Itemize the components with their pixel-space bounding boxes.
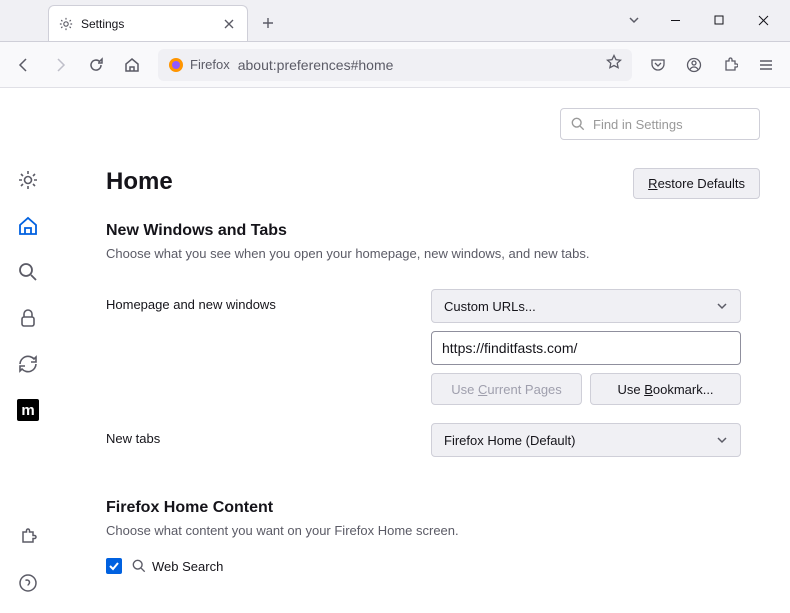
sidebar-privacy[interactable] (16, 306, 40, 330)
pocket-button[interactable] (642, 49, 674, 81)
home-icon (124, 57, 140, 73)
back-button[interactable] (8, 49, 40, 81)
url-text: about:preferences#home (238, 57, 598, 73)
section-heading-home-content: Firefox Home Content (106, 499, 760, 517)
firefox-icon (168, 57, 184, 73)
account-icon (686, 57, 702, 73)
puzzle-icon (722, 57, 738, 73)
new-tabs-select[interactable]: Firefox Home (Default) (431, 423, 741, 457)
tab-close-button[interactable] (221, 16, 237, 32)
bookmark-star-button[interactable] (606, 54, 622, 75)
puzzle-icon (18, 527, 38, 547)
tab-title: Settings (81, 17, 124, 31)
close-window-button[interactable] (742, 2, 784, 38)
plus-icon (262, 17, 274, 29)
homepage-url-input[interactable] (431, 331, 741, 365)
row-new-tabs: New tabs Firefox Home (Default) (106, 423, 760, 465)
account-button[interactable] (678, 49, 710, 81)
sidebar-search[interactable] (16, 260, 40, 284)
nav-bar: Firefox about:preferences#home (0, 42, 790, 88)
reload-button[interactable] (80, 49, 112, 81)
find-in-settings[interactable]: Find in Settings (560, 108, 760, 140)
reload-icon (88, 57, 104, 73)
chevron-down-icon (716, 434, 728, 446)
chevron-down-icon (716, 300, 728, 312)
tab-settings[interactable]: Settings (48, 5, 248, 41)
close-icon (758, 15, 769, 26)
search-icon (132, 559, 146, 573)
app-menu-button[interactable] (750, 49, 782, 81)
sidebar-general[interactable] (16, 168, 40, 192)
homepage-mode-select[interactable]: Custom URLs... (431, 289, 741, 323)
arrow-right-icon (52, 57, 68, 73)
site-identity[interactable]: Firefox (168, 57, 230, 73)
section-desc-home-content: Choose what content you want on your Fir… (106, 523, 760, 538)
tabs-dropdown-button[interactable] (616, 2, 652, 38)
sidebar-more[interactable]: m (16, 398, 40, 422)
tab-bar: Settings (0, 0, 790, 42)
row-homepage: Homepage and new windows Custom URLs... … (106, 289, 760, 405)
use-bookmark-button[interactable]: Use Bookmark... (590, 373, 741, 405)
hamburger-icon (758, 57, 774, 73)
lock-icon (17, 307, 39, 329)
label-homepage: Homepage and new windows (106, 289, 431, 312)
use-current-pages-button: Use Current Pages (431, 373, 582, 405)
m-icon: m (17, 399, 39, 421)
web-search-row: Web Search (106, 558, 760, 574)
minimize-button[interactable] (654, 2, 696, 38)
check-icon (108, 560, 120, 572)
help-icon (18, 573, 38, 593)
chevron-down-icon (628, 14, 640, 26)
home-button[interactable] (116, 49, 148, 81)
gear-icon (59, 17, 73, 31)
extensions-button[interactable] (714, 49, 746, 81)
sidebar-sync[interactable] (16, 352, 40, 376)
sync-icon (17, 353, 39, 375)
minimize-icon (670, 15, 681, 26)
window-controls (616, 0, 790, 41)
search-icon (571, 117, 585, 131)
main-panel: Find in Settings Home Restore Defaults N… (56, 88, 790, 613)
star-icon (606, 54, 622, 70)
content-area: m Find in Settings Home Restore Defaults… (0, 88, 790, 613)
section-heading-windows-tabs: New Windows and Tabs (106, 222, 760, 240)
gear-icon (17, 169, 39, 191)
sidebar-extensions[interactable] (16, 525, 40, 549)
maximize-button[interactable] (698, 2, 740, 38)
url-bar[interactable]: Firefox about:preferences#home (158, 49, 632, 81)
new-tab-button[interactable] (254, 9, 282, 37)
search-icon (17, 261, 39, 283)
close-icon (224, 19, 234, 29)
sidebar-home[interactable] (16, 214, 40, 238)
forward-button (44, 49, 76, 81)
home-icon (17, 215, 39, 237)
settings-sidebar: m (0, 88, 56, 613)
restore-defaults-button[interactable]: Restore Defaults (633, 168, 760, 199)
sidebar-help[interactable] (16, 571, 40, 595)
web-search-checkbox[interactable] (106, 558, 122, 574)
label-new-tabs: New tabs (106, 423, 431, 446)
arrow-left-icon (16, 57, 32, 73)
search-placeholder: Find in Settings (593, 117, 683, 132)
maximize-icon (714, 15, 724, 25)
web-search-label: Web Search (132, 559, 223, 574)
pocket-icon (650, 57, 666, 73)
section-desc: Choose what you see when you open your h… (106, 246, 760, 261)
